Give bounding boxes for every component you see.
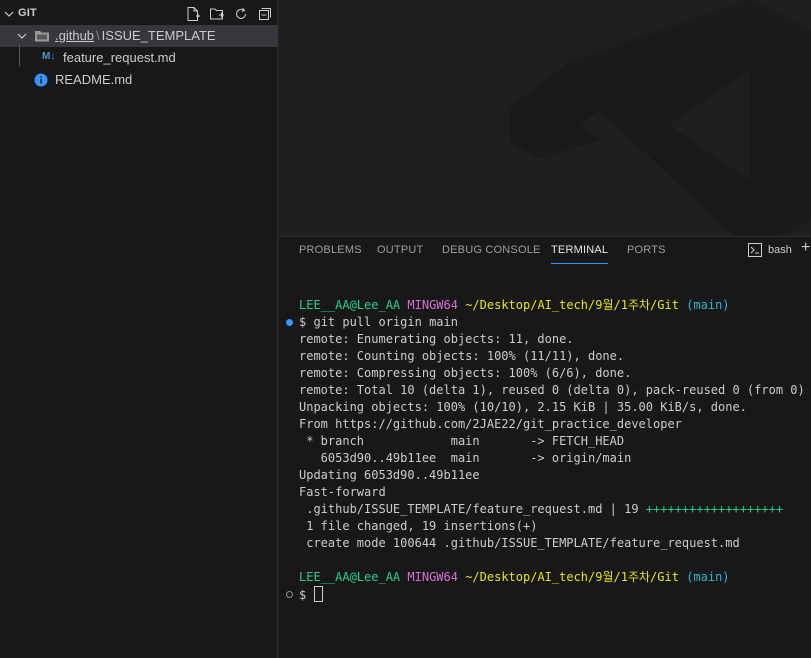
prompt-symbol: $: [299, 588, 307, 602]
prompt-branch: (main): [686, 570, 730, 584]
prompt-line: LEE__AA@Lee_AA MINGW64 ~/Desktop/AI_tech…: [299, 297, 730, 314]
new-folder-icon[interactable]: [208, 5, 226, 23]
terminal-cursor: [314, 586, 324, 602]
output-line: 6053d90..49b11ee main -> origin/main: [299, 451, 632, 465]
output-line: Updating 6053d90..49b11ee: [299, 468, 480, 482]
diffstat-file: .github/ISSUE_TEMPLATE/feature_request.m…: [299, 502, 646, 516]
terminal-icon: [748, 243, 762, 257]
tree-file-readme[interactable]: README.md: [0, 69, 278, 91]
bottom-panel: PROBLEMS OUTPUT DEBUG CONSOLE TERMINAL P…: [279, 236, 811, 658]
output-line: create mode 100644 .github/ISSUE_TEMPLAT…: [299, 536, 740, 550]
diffstat-plus: +++++++++++++++++++: [645, 502, 784, 516]
vscode-logo-watermark-icon: [509, 0, 811, 236]
output-line: remote: Counting objects: 100% (11/11), …: [299, 349, 625, 363]
command-line: $ git pull origin main: [286, 314, 458, 331]
prompt-user: LEE__AA@Lee_AA: [299, 298, 401, 312]
output-line: Fast-forward: [299, 485, 386, 499]
collapse-all-icon[interactable]: [256, 5, 274, 23]
info-icon: [34, 73, 48, 87]
folder-part-github: .github: [55, 28, 95, 43]
new-file-icon[interactable]: [184, 5, 202, 23]
explorer-section-header[interactable]: GIT: [0, 4, 278, 24]
diffstat-line: .github/ISSUE_TEMPLATE/feature_request.m…: [299, 501, 783, 518]
file-label: feature_request.md: [63, 50, 176, 65]
folder-part-issue-template: ISSUE_TEMPLATE: [101, 28, 216, 43]
output-line: Unpacking objects: 100% (10/10), 2.15 Ki…: [299, 400, 747, 414]
terminal-output[interactable]: LEE__AA@Lee_AA MINGW64 ~/Desktop/AI_tech…: [279, 295, 811, 655]
folder-label: .github \ ISSUE_TEMPLATE: [55, 28, 216, 43]
tab-ports[interactable]: PORTS: [627, 243, 666, 263]
prompt-symbol: $: [299, 315, 307, 329]
markdown-icon: M↓: [42, 51, 56, 62]
tab-terminal[interactable]: TERMINAL: [551, 243, 609, 264]
prompt-path: ~/Desktop/AI_tech/9월/1주차/Git: [465, 570, 679, 584]
new-terminal-button[interactable]: +: [801, 240, 811, 258]
output-line: 1 file changed, 19 insertions(+): [299, 519, 538, 533]
file-label: README.md: [55, 72, 133, 87]
tab-debug-console[interactable]: DEBUG CONSOLE: [442, 243, 541, 263]
section-actions: [184, 5, 274, 23]
shell-label: bash: [768, 244, 792, 256]
prompt-path: ~/Desktop/AI_tech/9월/1주차/Git: [465, 298, 679, 312]
tree-folder-github[interactable]: .github \ ISSUE_TEMPLATE: [0, 25, 278, 47]
output-line: From https://github.com/2JAE22/git_pract…: [299, 417, 682, 431]
input-line[interactable]: $: [285, 586, 324, 603]
path-separator: \: [96, 28, 100, 43]
panel-tabs: PROBLEMS OUTPUT DEBUG CONSOLE TERMINAL P…: [279, 237, 811, 269]
tab-output[interactable]: OUTPUT: [377, 243, 423, 263]
tree-file-feature-request[interactable]: M↓ feature_request.md: [0, 47, 278, 69]
vscode-window: GIT .github \ ISSUE_TEMPLATE M↓ feature_…: [0, 0, 811, 658]
chevron-down-icon[interactable]: [17, 31, 27, 41]
editor-area: [279, 0, 811, 236]
prompt-line: LEE__AA@Lee_AA MINGW64 ~/Desktop/AI_tech…: [299, 569, 730, 586]
output-line: remote: Total 10 (delta 1), reused 0 (de…: [299, 383, 805, 397]
explorer-sidebar: GIT .github \ ISSUE_TEMPLATE M↓ feature_…: [0, 0, 278, 658]
refresh-icon[interactable]: [232, 5, 250, 23]
prompt-system: MINGW64: [407, 298, 458, 312]
prompt-system: MINGW64: [407, 570, 458, 584]
output-line: * branch main -> FETCH_HEAD: [299, 434, 625, 448]
prompt-branch: (main): [686, 298, 730, 312]
chevron-down-icon[interactable]: [4, 9, 14, 19]
output-line: remote: Compressing objects: 100% (6/6),…: [299, 366, 632, 380]
section-title: GIT: [18, 7, 37, 19]
folder-icon: [35, 31, 49, 42]
terminal-instance-bash[interactable]: bash: [748, 241, 792, 259]
tab-problems[interactable]: PROBLEMS: [299, 243, 362, 263]
prompt-user: LEE__AA@Lee_AA: [299, 570, 401, 584]
command-text: git pull origin main: [313, 315, 458, 329]
output-line: remote: Enumerating objects: 11, done.: [299, 332, 574, 346]
